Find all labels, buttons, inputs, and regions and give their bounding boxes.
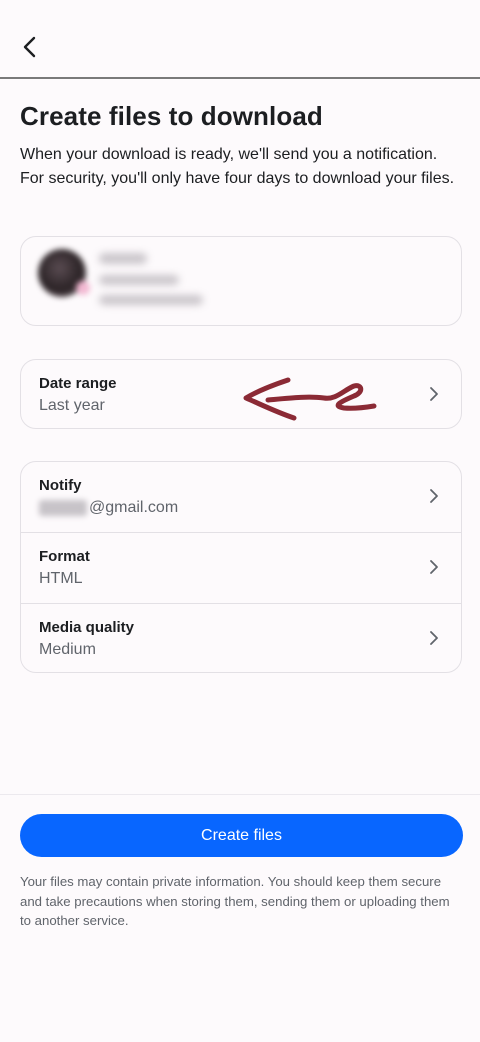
media-quality-label: Media quality <box>39 619 135 636</box>
create-files-button[interactable]: Create files <box>20 814 463 857</box>
date-range-label: Date range <box>39 375 117 392</box>
notify-value: @gmail.com <box>39 499 178 517</box>
notify-email-domain: @gmail.com <box>89 499 179 516</box>
account-detail-redacted <box>99 295 203 305</box>
export-settings-card: Notify @gmail.com Format HTML Media qual… <box>20 461 462 673</box>
media-quality-value: Medium <box>39 641 96 658</box>
handwritten-arrow-annotation <box>243 377 377 421</box>
privacy-disclaimer: Your files may contain private informati… <box>20 874 450 928</box>
page-subtitle: When your download is ready, we'll send … <box>20 146 455 187</box>
format-row[interactable]: Format HTML <box>21 533 461 603</box>
format-value: HTML <box>39 570 83 587</box>
avatar <box>38 249 90 297</box>
chevron-right-icon <box>430 387 438 401</box>
chevron-left-icon <box>23 36 36 58</box>
date-range-value: Last year <box>39 397 105 414</box>
back-button[interactable] <box>14 30 46 64</box>
chevron-right-icon <box>430 560 438 574</box>
chevron-right-icon <box>430 631 438 645</box>
account-platform-redacted <box>99 275 179 285</box>
media-quality-row[interactable]: Media quality Medium <box>21 604 461 674</box>
notify-label: Notify <box>39 477 82 494</box>
chevron-right-icon <box>430 489 438 503</box>
format-label: Format <box>39 548 90 565</box>
page-title: Create files to download <box>20 101 323 131</box>
footer: Create files Your files may contain priv… <box>0 794 480 1042</box>
account-card <box>20 236 462 326</box>
account-name-redacted <box>99 253 147 264</box>
email-redacted <box>39 499 87 516</box>
top-bar <box>0 0 480 79</box>
notify-row[interactable]: Notify @gmail.com <box>21 462 461 532</box>
